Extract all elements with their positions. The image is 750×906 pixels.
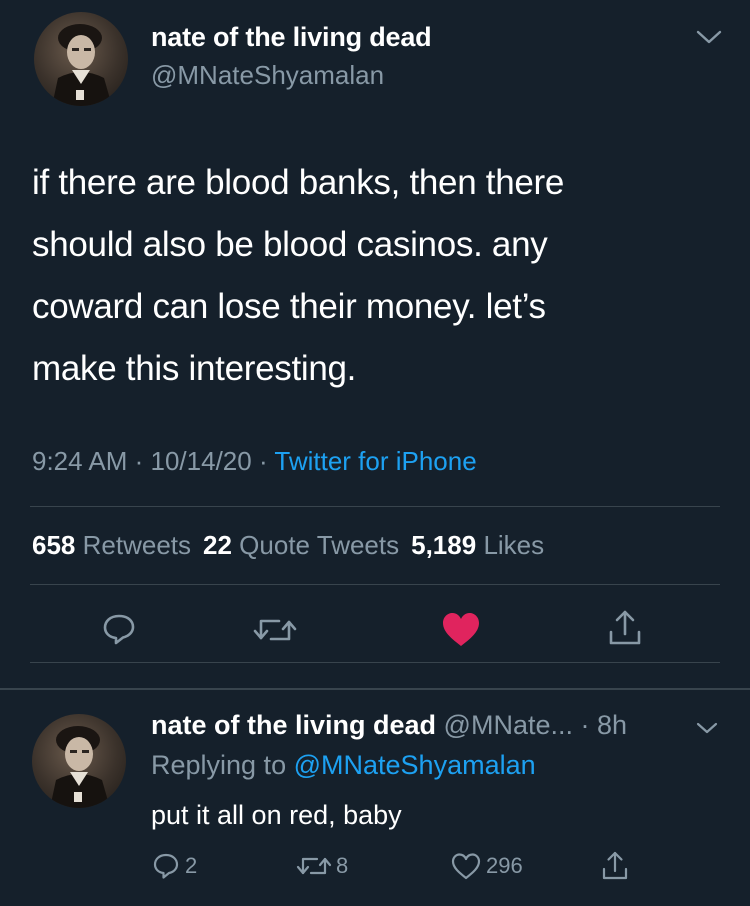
share-icon — [602, 851, 628, 880]
divider — [30, 662, 720, 663]
reply-like-button[interactable]: 296 — [450, 848, 523, 884]
tweet-meta: 9:24 AM · 10/14/20 · Twitter for iPhone — [32, 446, 477, 477]
reply-text: put it all on red, baby — [151, 800, 402, 830]
share-icon — [609, 610, 641, 645]
share-button[interactable] — [604, 606, 646, 650]
avatar[interactable] — [34, 12, 128, 106]
portrait-avatar-image — [52, 24, 112, 106]
chevron-down-icon[interactable] — [694, 26, 724, 48]
retweet-icon — [296, 857, 332, 875]
reply-count: 2 — [185, 853, 198, 878]
display-name[interactable]: nate of the living dead — [151, 22, 432, 53]
divider — [30, 506, 720, 507]
reply-retweet-button[interactable]: 8 — [296, 848, 348, 884]
retweet-count: 8 — [336, 853, 349, 878]
replying-prefix: Replying to — [151, 750, 287, 780]
quote-tweets-stat[interactable]: 22 Quote Tweets — [203, 530, 399, 560]
replying-to-link[interactable]: @MNateShyamalan — [294, 750, 536, 780]
retweet-button[interactable] — [252, 610, 298, 650]
likes-stat[interactable]: 5,189 Likes — [411, 530, 544, 560]
reply-icon — [103, 614, 135, 645]
user-handle[interactable]: @MNateShyamalan — [151, 60, 384, 91]
reply-header: nate of the living dead @MNate... · 8h — [151, 710, 627, 741]
quotes-label: Quote Tweets — [239, 530, 400, 560]
reply-share-button[interactable] — [600, 848, 634, 884]
chevron-down-icon[interactable] — [694, 718, 720, 738]
meta-separator: · — [251, 446, 275, 476]
tweet-date[interactable]: 10/14/20 — [151, 446, 252, 476]
main-tweet: nate of the living dead @MNateShyamalan … — [0, 0, 750, 688]
retweets-label: Retweets — [82, 530, 192, 560]
reply-icon — [153, 853, 179, 879]
like-button[interactable] — [438, 608, 484, 650]
reply-time[interactable]: · 8h — [581, 710, 628, 740]
reply-avatar[interactable] — [32, 714, 126, 808]
likes-count: 5,189 — [411, 530, 477, 560]
retweets-stat[interactable]: 658 Retweets — [32, 530, 191, 560]
tweet-detail-page: nate of the living dead @MNateShyamalan … — [0, 0, 750, 906]
portrait-avatar-image — [50, 726, 110, 808]
tweet-source-link[interactable]: Twitter for iPhone — [274, 446, 476, 476]
heart-outline-icon — [451, 853, 481, 880]
likes-label: Likes — [483, 530, 545, 560]
reply-display-name[interactable]: nate of the living dead — [151, 710, 436, 740]
tweet-time[interactable]: 9:24 AM — [32, 446, 127, 476]
tweet-text: if there are blood banks, then there sho… — [32, 163, 565, 388]
reply-reply-button[interactable]: 2 — [151, 848, 197, 884]
quotes-count: 22 — [203, 530, 232, 560]
engagement-stats: 658 Retweets 22 Quote Tweets 5,189 Likes — [32, 530, 544, 561]
replying-to: Replying to @MNateShyamalan — [151, 750, 536, 781]
thread-separator — [0, 688, 750, 690]
heart-filled-icon — [443, 613, 479, 646]
retweets-count: 658 — [32, 530, 76, 560]
divider — [30, 584, 720, 585]
like-count: 296 — [486, 853, 523, 878]
retweet-icon — [253, 619, 297, 641]
meta-separator: · — [127, 446, 151, 476]
reply-handle[interactable]: @MNate... — [444, 710, 573, 740]
reply-button[interactable] — [98, 608, 140, 650]
